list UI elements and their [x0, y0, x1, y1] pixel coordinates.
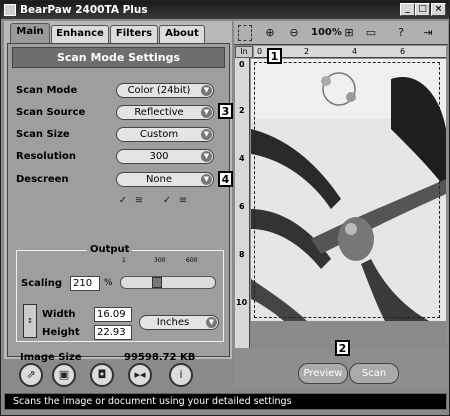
- tab-main[interactable]: Main: [10, 23, 50, 43]
- save-icon[interactable]: ▣: [52, 363, 76, 387]
- output-group: Output 1 300 600 Scaling 210 % ↕ Width 1…: [16, 244, 224, 342]
- chevron-down-icon: ▼: [206, 317, 217, 328]
- height-input[interactable]: 22.93: [94, 325, 132, 340]
- status-bar: Scans the image or document using your d…: [4, 393, 447, 410]
- descreen-value: None: [145, 174, 173, 185]
- filter-icon[interactable]: ≡: [176, 195, 190, 207]
- ruler-tick-label: 8: [239, 250, 245, 259]
- scanner-window: BearPaw 2400TA Plus _ □ × Main Enhance F…: [0, 0, 450, 416]
- ruler-tick-label: 0: [239, 60, 245, 69]
- zoom-level[interactable]: 100%: [311, 25, 342, 41]
- chevron-down-icon: ▼: [201, 129, 212, 140]
- zoom-in-icon[interactable]: ⊕: [262, 25, 278, 41]
- scaling-tick-label: 1: [122, 257, 126, 264]
- title-bar[interactable]: BearPaw 2400TA Plus _ □ ×: [1, 1, 449, 19]
- callout-2: 2: [335, 340, 350, 356]
- callout-3: 3: [218, 103, 233, 119]
- preview-panel: ⊕ ⊖ 100% ⊞ ▭ ? ⇥ In 0 2 4 6 0 2 4 6 8 10: [234, 21, 448, 389]
- resolution-value: 300: [149, 151, 169, 162]
- main-tab-content: Scan Mode Settings Scan Mode Color (24bi…: [7, 43, 233, 363]
- image-size-value: 99598.72 KB: [124, 352, 196, 363]
- height-label: Height: [42, 327, 80, 338]
- scan-mode-value: Color (24bit): [127, 85, 191, 96]
- vertical-ruler: 0 2 4 6 8 10: [235, 58, 250, 348]
- fullscreen-icon[interactable]: ▭: [364, 25, 378, 41]
- scaling-slider[interactable]: [120, 276, 216, 289]
- app-icon: [4, 4, 16, 16]
- link-icon[interactable]: ↕: [23, 304, 37, 338]
- descreen-label: Descreen: [16, 174, 69, 185]
- skip-icon[interactable]: ▸◂: [128, 363, 152, 387]
- ruler-tick-label: 0: [257, 47, 263, 56]
- info-icon[interactable]: i: [169, 363, 193, 387]
- check-icon: ✓: [162, 195, 172, 206]
- tab-filters[interactable]: Filters: [110, 25, 158, 43]
- fit-icon[interactable]: ⊞: [342, 25, 356, 41]
- callout-1: 1: [267, 48, 282, 64]
- scan-size-dropdown[interactable]: Custom ▼: [116, 127, 214, 142]
- ruler-tick-label: 10: [236, 298, 248, 307]
- units-dropdown[interactable]: Inches ▼: [139, 315, 219, 330]
- minimize-button[interactable]: _: [400, 3, 415, 16]
- select-icon[interactable]: [238, 25, 252, 41]
- ruler-tick-label: 2: [239, 106, 245, 115]
- preview-toolbar: ⊕ ⊖ 100% ⊞ ▭ ? ⇥: [234, 21, 448, 45]
- ruler-unit[interactable]: In: [235, 46, 253, 58]
- ruler-tick-label: 4: [239, 154, 245, 163]
- zoom-out-icon[interactable]: ⊖: [286, 25, 302, 41]
- preview-button[interactable]: Preview: [298, 363, 348, 384]
- auto-adjust-icon[interactable]: ≋: [132, 195, 146, 207]
- chevron-down-icon: ▼: [201, 85, 212, 96]
- scan-size-label: Scan Size: [16, 129, 70, 140]
- scan-size-value: Custom: [139, 129, 179, 140]
- scaling-input[interactable]: 210: [70, 276, 100, 291]
- callout-4: 4: [218, 171, 233, 187]
- scaling-tick-label: 300: [154, 257, 166, 264]
- scan-source-value: Reflective: [134, 107, 184, 118]
- output-title: Output: [87, 244, 133, 255]
- resolution-dropdown[interactable]: 300 ▼: [116, 149, 214, 164]
- chevron-down-icon: ▼: [201, 174, 212, 185]
- scan-source-label: Scan Source: [16, 107, 86, 118]
- ruler-tick-label: 6: [400, 47, 406, 56]
- section-title: Scan Mode Settings: [12, 47, 225, 68]
- maximize-button[interactable]: □: [415, 3, 430, 16]
- tab-enhance[interactable]: Enhance: [51, 25, 109, 43]
- close-button[interactable]: ×: [431, 3, 446, 16]
- window-title: BearPaw 2400TA Plus: [20, 4, 148, 16]
- chevron-down-icon: ▼: [201, 107, 212, 118]
- scaling-label: Scaling: [21, 278, 63, 289]
- width-input[interactable]: 16.09: [94, 307, 132, 322]
- image-size-label: Image Size: [20, 352, 82, 363]
- camera-icon[interactable]: ◘: [90, 363, 114, 387]
- scan-region-marquee[interactable]: [254, 62, 440, 318]
- descreen-dropdown[interactable]: None ▼: [116, 172, 214, 187]
- settings-panel: Main Enhance Filters About Scan Mode Set…: [4, 21, 233, 363]
- exit-icon[interactable]: ⇥: [421, 25, 435, 41]
- resolution-label: Resolution: [16, 151, 77, 162]
- tab-about[interactable]: About: [159, 25, 205, 43]
- ruler-tick-label: 6: [239, 202, 245, 211]
- scaling-unit: %: [104, 278, 113, 288]
- open-icon[interactable]: ⇗: [19, 363, 43, 387]
- scan-mode-dropdown[interactable]: Color (24bit) ▼: [116, 83, 214, 98]
- ruler-tick-label: 2: [304, 47, 310, 56]
- scan-source-dropdown[interactable]: Reflective ▼: [116, 105, 214, 120]
- help-icon[interactable]: ?: [394, 25, 408, 41]
- ruler-tick-label: 4: [352, 47, 358, 56]
- chevron-down-icon: ▼: [201, 151, 212, 162]
- width-label: Width: [42, 309, 76, 320]
- units-value: Inches: [156, 317, 190, 328]
- scan-button[interactable]: Scan: [349, 363, 399, 384]
- check-icon: ✓: [118, 195, 128, 206]
- horizontal-ruler: 0 2 4 6: [254, 46, 446, 58]
- scaling-tick-label: 600: [186, 257, 198, 264]
- slider-thumb[interactable]: [152, 277, 162, 288]
- preview-area[interactable]: [251, 59, 446, 349]
- scan-mode-label: Scan Mode: [16, 85, 78, 96]
